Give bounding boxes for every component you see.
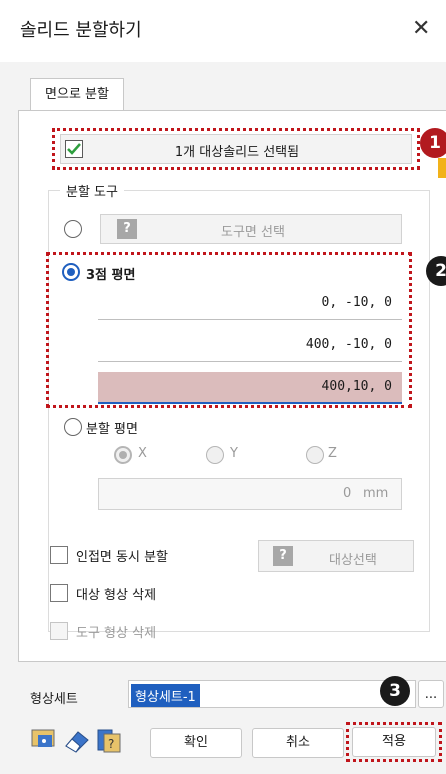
eraser-icon[interactable] bbox=[62, 726, 92, 754]
split-plane-radio[interactable] bbox=[64, 418, 82, 436]
delete-tool-label: 도구 형상 삭제 bbox=[76, 626, 157, 641]
close-icon[interactable]: ✕ bbox=[412, 16, 430, 41]
tool-face-button[interactable]: ? 도구면 선택 bbox=[100, 214, 402, 244]
adjacent-split-label: 인접면 동시 분할 bbox=[76, 550, 168, 565]
tool-face-radio[interactable] bbox=[64, 220, 82, 238]
axis-z-label: Z bbox=[328, 446, 337, 461]
split-plane-unit: mm bbox=[363, 486, 389, 501]
delete-target-checkbox[interactable] bbox=[50, 584, 68, 602]
cancel-button[interactable]: 취소 bbox=[252, 728, 344, 758]
delete-tool-checkbox[interactable] bbox=[50, 622, 68, 640]
tab-split-by-face[interactable]: 면으로 분할 bbox=[30, 78, 124, 111]
axis-x-radio[interactable] bbox=[114, 446, 132, 464]
three-point-label: 3점 평면 bbox=[86, 268, 136, 283]
axis-y-radio[interactable] bbox=[206, 446, 224, 464]
help-icon: ? bbox=[273, 546, 293, 566]
point-1-field[interactable]: 0, -10, 0 bbox=[98, 288, 402, 320]
help-doc-icon[interactable]: ? bbox=[94, 726, 124, 754]
delete-target-label: 대상 형상 삭제 bbox=[76, 588, 157, 603]
shape-set-input[interactable]: 형상세트-1 bbox=[128, 680, 416, 708]
axis-z-radio[interactable] bbox=[306, 446, 324, 464]
apply-button[interactable]: 적용 bbox=[352, 727, 436, 757]
confirm-button[interactable]: 확인 bbox=[150, 728, 242, 758]
split-plane-value-field[interactable]: 0 mm bbox=[98, 478, 402, 510]
three-point-radio[interactable] bbox=[62, 263, 80, 281]
window-title: 솔리드 분할하기 bbox=[20, 20, 142, 41]
point-3-field[interactable]: 400,10, 0 bbox=[98, 372, 402, 404]
step-badge-3: 3 bbox=[380, 676, 410, 706]
tool-group-title: 분할 도구 bbox=[60, 181, 124, 200]
step-badge-1: 1 bbox=[420, 128, 446, 158]
axis-y-label: Y bbox=[230, 446, 238, 461]
shape-set-label: 형상세트 bbox=[30, 692, 78, 707]
preview-icon[interactable] bbox=[30, 726, 60, 754]
badge-marker bbox=[438, 158, 446, 178]
target-select-button[interactable]: 1개 대상솔리드 선택됨 bbox=[60, 134, 412, 164]
target-select-button-2[interactable]: ? 대상선택 bbox=[258, 540, 414, 572]
split-plane-value: 0 bbox=[343, 486, 352, 501]
adjacent-split-checkbox[interactable] bbox=[50, 546, 68, 564]
target-label: 1개 대상솔리드 선택됨 bbox=[174, 145, 300, 160]
shape-set-browse-button[interactable]: ... bbox=[418, 680, 444, 708]
svg-text:?: ? bbox=[108, 737, 114, 751]
axis-x-label: X bbox=[138, 446, 147, 461]
shape-set-value: 형상세트-1 bbox=[131, 684, 200, 707]
split-plane-label: 분할 평면 bbox=[86, 422, 138, 437]
point-2-field[interactable]: 400, -10, 0 bbox=[98, 330, 402, 362]
tool-face-label: 도구면 선택 bbox=[221, 225, 285, 240]
target-select-label: 대상선택 bbox=[329, 553, 377, 568]
help-icon: ? bbox=[117, 219, 137, 239]
